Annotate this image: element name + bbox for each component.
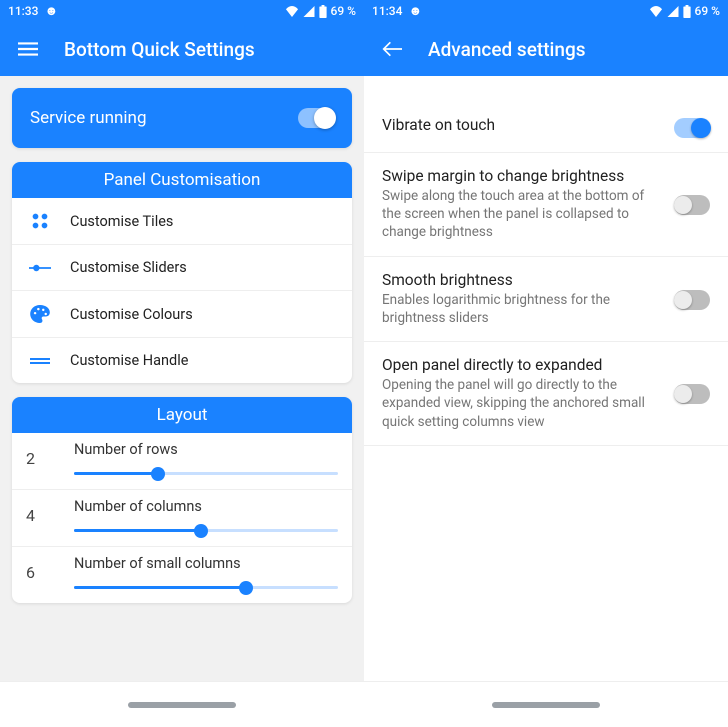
setting-subtitle: Enables logarithmic brightness for the b… (382, 291, 660, 327)
rows-label: Number of rows (74, 441, 338, 458)
setting-subtitle: Swipe along the touch area at the bottom… (382, 187, 660, 242)
clock: 11:34 (372, 4, 402, 18)
notification-icon: ☻ (408, 3, 422, 19)
clock: 11:33 (8, 4, 38, 18)
panel-section-header: Panel Customisation (12, 162, 352, 198)
layout-card: Layout 2 Number of rows 4 Number of colu… (12, 397, 352, 603)
battery-pct: 69 % (695, 4, 720, 18)
phone-left: 11:33 ☻ 69 % Bottom Quick Settings Servi… (0, 0, 364, 727)
nav-bar (364, 681, 728, 727)
nav-bar (0, 681, 364, 727)
customise-tiles-item[interactable]: Customise Tiles (12, 198, 352, 245)
rows-slider[interactable] (74, 472, 338, 475)
battery-icon (319, 5, 327, 18)
list-item-label: Customise Colours (70, 306, 193, 323)
app-bar: Advanced settings (364, 22, 728, 76)
columns-label: Number of columns (74, 498, 338, 515)
home-indicator[interactable] (492, 702, 600, 708)
vibrate-toggle[interactable] (674, 118, 710, 138)
small-columns-label: Number of small columns (74, 555, 338, 572)
phone-right: 11:34 ☻ 69 % Advanced settings Vibrate o… (364, 0, 728, 727)
page-title: Bottom Quick Settings (64, 38, 255, 61)
list-item-label: Customise Handle (70, 352, 188, 369)
list-item-label: Customise Tiles (70, 213, 173, 230)
palette-icon (26, 305, 54, 323)
setting-title: Smooth brightness (382, 271, 660, 289)
app-bar: Bottom Quick Settings (0, 22, 364, 76)
signal-icon (667, 6, 679, 17)
rows-value: 2 (26, 449, 56, 468)
setting-title: Open panel directly to expanded (382, 356, 660, 374)
handle-icon (26, 356, 54, 366)
customise-sliders-item[interactable]: Customise Sliders (12, 245, 352, 291)
sliders-icon (26, 264, 54, 272)
smooth-brightness-item[interactable]: Smooth brightness Enables logarithmic br… (364, 257, 728, 342)
columns-setting[interactable]: 4 Number of columns (12, 490, 352, 547)
home-indicator[interactable] (128, 702, 236, 708)
vibrate-on-touch-item[interactable]: Vibrate on touch (364, 102, 728, 153)
wifi-icon (285, 6, 299, 17)
customise-handle-item[interactable]: Customise Handle (12, 338, 352, 383)
status-bar: 11:34 ☻ 69 % (364, 0, 728, 22)
swipe-brightness-toggle[interactable] (674, 195, 710, 215)
signal-icon (303, 6, 315, 17)
battery-pct: 69 % (331, 4, 356, 18)
small-columns-value: 6 (26, 563, 56, 582)
back-arrow-icon[interactable] (380, 37, 404, 61)
setting-title: Swipe margin to change brightness (382, 167, 660, 185)
status-bar: 11:33 ☻ 69 % (0, 0, 364, 22)
page-title: Advanced settings (428, 38, 586, 61)
small-columns-setting[interactable]: 6 Number of small columns (12, 547, 352, 603)
smooth-brightness-toggle[interactable] (674, 290, 710, 310)
service-card[interactable]: Service running (12, 88, 352, 148)
tiles-icon (26, 212, 54, 230)
setting-subtitle: Opening the panel will go directly to th… (382, 376, 660, 431)
setting-title: Vibrate on touch (382, 116, 660, 134)
service-label: Service running (30, 108, 147, 128)
battery-icon (683, 5, 691, 18)
customise-colours-item[interactable]: Customise Colours (12, 291, 352, 338)
list-item-label: Customise Sliders (70, 259, 187, 276)
wifi-icon (649, 6, 663, 17)
notification-icon: ☻ (44, 3, 58, 19)
small-columns-slider[interactable] (74, 586, 338, 589)
panel-card: Panel Customisation Customise Tiles Cust… (12, 162, 352, 383)
columns-value: 4 (26, 506, 56, 525)
open-expanded-item[interactable]: Open panel directly to expanded Opening … (364, 342, 728, 446)
service-toggle[interactable] (298, 108, 334, 128)
rows-setting[interactable]: 2 Number of rows (12, 433, 352, 490)
columns-slider[interactable] (74, 529, 338, 532)
hamburger-icon[interactable] (16, 37, 40, 61)
open-expanded-toggle[interactable] (674, 384, 710, 404)
swipe-brightness-item[interactable]: Swipe margin to change brightness Swipe … (364, 153, 728, 257)
settings-list: Vibrate on touch Swipe margin to change … (364, 76, 728, 681)
layout-section-header: Layout (12, 397, 352, 433)
